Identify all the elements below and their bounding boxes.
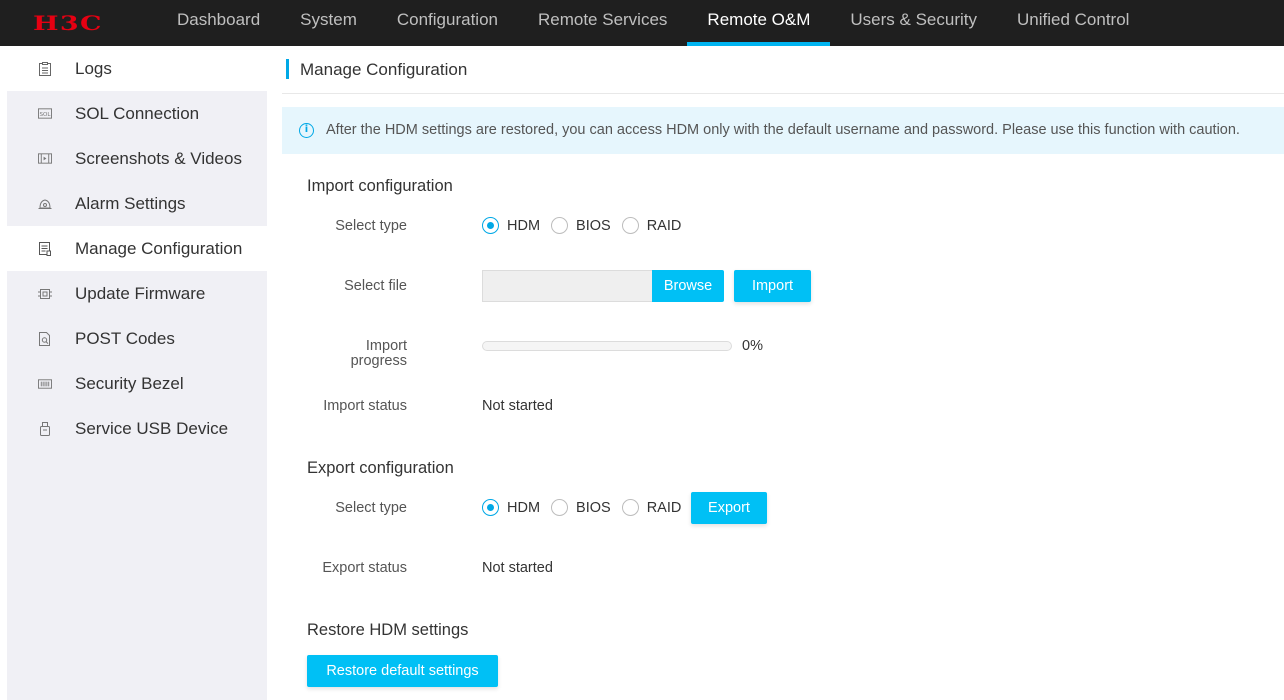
- sidebar-item-label: Service USB Device: [75, 418, 229, 438]
- svg-text:SOL: SOL: [39, 112, 51, 118]
- import-progress-percent: 0%: [742, 338, 763, 354]
- export-select-type-label: Select type: [335, 500, 407, 516]
- nav-system[interactable]: System: [280, 0, 377, 46]
- video-icon: [38, 152, 52, 166]
- radio-unchecked-icon: [621, 499, 639, 516]
- page-title: Manage Configuration: [300, 60, 468, 79]
- browse-button[interactable]: Browse: [652, 270, 724, 302]
- sidebar-item-alarm-settings[interactable]: Alarm Settings: [7, 181, 267, 226]
- sidebar-item-update-firmware[interactable]: Update Firmware: [7, 271, 267, 316]
- radio-label: BIOS: [576, 217, 611, 234]
- radio-checked-icon: [482, 499, 499, 516]
- notice-text: After the HDM settings are restored, you…: [326, 122, 1240, 138]
- export-type-radio-group: HDM BIOS RAID: [482, 499, 692, 516]
- document-search-icon: [38, 331, 52, 346]
- sidebar-item-screenshots-videos[interactable]: Screenshots & Videos: [7, 136, 267, 181]
- export-status-value: Not started: [482, 560, 553, 576]
- import-file-field[interactable]: [482, 270, 652, 302]
- export-type-hdm[interactable]: HDM: [482, 499, 540, 516]
- export-button[interactable]: Export: [691, 492, 767, 524]
- chip-icon: [38, 287, 52, 301]
- main-nav: Dashboard System Configuration Remote Se…: [157, 0, 1149, 46]
- sidebar: Logs SOL SOL Connection Screenshots & Vi…: [7, 46, 267, 700]
- nav-users-security[interactable]: Users & Security: [830, 0, 997, 46]
- sidebar-item-label: Update Firmware: [75, 283, 206, 303]
- sidebar-item-label: Alarm Settings: [75, 193, 186, 213]
- restore-section-title: Restore HDM settings: [307, 621, 469, 639]
- sidebar-item-label: Screenshots & Videos: [75, 148, 242, 168]
- import-type-hdm[interactable]: HDM: [482, 217, 540, 234]
- nav-dashboard[interactable]: Dashboard: [157, 0, 280, 46]
- info-icon: i: [299, 123, 314, 138]
- restore-default-settings-button[interactable]: Restore default settings: [307, 655, 498, 687]
- main-content: Manage Configuration i After the HDM set…: [282, 46, 1284, 700]
- radio-label: HDM: [507, 217, 541, 234]
- import-type-raid[interactable]: RAID: [621, 217, 682, 234]
- radio-label: RAID: [646, 217, 682, 234]
- alarm-icon: [38, 197, 52, 211]
- import-type-radio-group: HDM BIOS RAID: [482, 217, 692, 234]
- import-select-file-label: Select file: [344, 278, 407, 294]
- bezel-icon: [38, 377, 52, 391]
- sidebar-item-service-usb-device[interactable]: Service USB Device: [7, 406, 267, 451]
- import-status-label: Import status: [323, 398, 407, 414]
- sidebar-item-label: Logs: [75, 58, 112, 78]
- radio-label: HDM: [507, 499, 541, 516]
- sidebar-item-security-bezel[interactable]: Security Bezel: [7, 361, 267, 406]
- sidebar-item-post-codes[interactable]: POST Codes: [7, 316, 267, 361]
- config-icon: [38, 241, 52, 256]
- radio-unchecked-icon: [621, 217, 639, 234]
- sol-icon: SOL: [38, 107, 52, 121]
- sidebar-item-logs[interactable]: Logs: [7, 46, 267, 91]
- nav-configuration[interactable]: Configuration: [377, 0, 518, 46]
- sidebar-item-manage-configuration[interactable]: Manage Configuration: [7, 226, 267, 271]
- sidebar-item-label: Manage Configuration: [75, 238, 243, 258]
- divider: [282, 93, 1284, 94]
- radio-unchecked-icon: [551, 499, 569, 516]
- import-button[interactable]: Import: [734, 270, 811, 302]
- caution-notice: i After the HDM settings are restored, y…: [282, 107, 1284, 154]
- radio-unchecked-icon: [551, 217, 569, 234]
- import-status-value: Not started: [482, 398, 553, 414]
- sidebar-item-label: Security Bezel: [75, 373, 184, 393]
- nav-remote-services[interactable]: Remote Services: [518, 0, 687, 46]
- nav-unified-control[interactable]: Unified Control: [997, 0, 1149, 46]
- top-navigation-bar: H3C Dashboard System Configuration Remot…: [0, 0, 1284, 46]
- radio-label: BIOS: [576, 499, 611, 516]
- import-progress-label: Import progress: [350, 338, 407, 369]
- export-type-raid[interactable]: RAID: [621, 499, 682, 516]
- logs-icon: [38, 61, 52, 76]
- nav-remote-om[interactable]: Remote O&M: [687, 0, 831, 46]
- export-status-label: Export status: [322, 560, 407, 576]
- radio-checked-icon: [482, 217, 499, 234]
- sidebar-item-sol-connection[interactable]: SOL SOL Connection: [7, 91, 267, 136]
- import-progress-bar: [482, 341, 732, 351]
- h3c-logo[interactable]: H3C: [33, 11, 103, 35]
- export-section-title: Export configuration: [307, 459, 454, 477]
- sidebar-item-label: POST Codes: [75, 328, 175, 348]
- import-select-type-label: Select type: [335, 218, 407, 234]
- title-accent-bar: [286, 59, 289, 79]
- import-type-bios[interactable]: BIOS: [551, 217, 611, 234]
- sidebar-item-label: SOL Connection: [75, 103, 200, 123]
- usb-icon: [38, 421, 52, 436]
- export-type-bios[interactable]: BIOS: [551, 499, 611, 516]
- import-section-title: Import configuration: [307, 177, 453, 195]
- radio-label: RAID: [646, 499, 682, 516]
